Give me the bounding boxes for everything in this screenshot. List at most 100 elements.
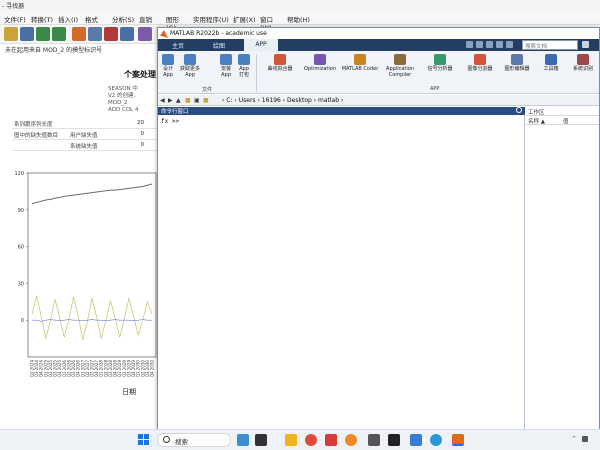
goto-case-icon[interactable] [138,27,152,41]
widgets-icon[interactable] [237,434,249,446]
menu-utilities[interactable]: 实用程序(U) [189,11,229,24]
back-icon[interactable]: ◀ [160,97,167,104]
table-row: 系统缺失值 0 [12,140,158,151]
curve-fitter-button[interactable]: 曲线拟合器 [262,54,298,72]
season-line: ADD COL 4 [108,107,139,113]
root-folder-icon[interactable]: ▣ [194,97,201,104]
file-explorer-icon[interactable] [285,434,297,446]
task-view-icon[interactable] [255,434,267,446]
current-folder-path[interactable]: › C: › Users › 16196 › Desktop › matlab … [222,97,343,104]
mail-icon[interactable] [410,434,422,446]
optimization-label: Optimization [304,66,336,72]
open-icon[interactable] [4,27,18,41]
menu-transform[interactable]: 转换(T) [27,11,54,24]
current-folder-bar: ◀ ▶ ▲ ■ ▣ ■ › C: › Users › 16196 › Deskt… [158,95,599,106]
workspace-column-value[interactable]: 值 [563,117,569,125]
up-folder-icon[interactable]: ▲ [176,97,183,104]
row-sublabel: 用户缺失值 [70,133,98,139]
browser-icon[interactable] [430,434,442,446]
workspace-column-name[interactable]: 名称 ▲ [528,117,545,125]
signal-analyzer-button[interactable]: 信号分析器 [422,54,458,72]
x-tick-label: Q4 2030 [150,360,155,378]
redo-icon[interactable] [52,27,66,41]
undo-icon[interactable] [36,27,50,41]
package-app-button[interactable]: App 打包 [236,54,252,78]
system-identification-button[interactable]: 系统识别 [568,54,598,72]
matlab-icon[interactable] [452,434,464,446]
save-icon[interactable] [466,41,473,48]
workspace-label: 工作区 [526,107,599,116]
matlab-logo-icon [160,30,168,38]
install-app-button[interactable]: 安装 App [218,54,234,78]
edge-icon[interactable] [345,434,357,446]
menu-file[interactable]: 文件(F) [0,11,27,24]
workspace-panel: 工作区 名称 ▲ 值 [526,107,599,429]
help-icon[interactable] [506,41,513,48]
network-icon[interactable] [582,436,588,442]
command-prompt[interactable]: fx >> [161,118,179,125]
command-window[interactable]: fx >> [158,115,525,429]
matlab-coder-icon [354,54,366,65]
output-heading: 个案处理 [124,70,156,79]
graphics-editor-label: 图形编辑器 [504,66,530,72]
optimization-button[interactable]: Optimization [302,54,338,72]
search-icon [163,436,170,443]
tab-apps[interactable]: APP [244,39,278,51]
menu-extensions[interactable]: 扩展(X) [229,11,256,24]
capcut-icon[interactable] [388,434,400,446]
export-icon[interactable] [104,27,118,41]
design-app-button[interactable]: 设计 App [160,54,176,78]
curve-fitter-label: 曲线拟合器 [267,66,293,72]
variables-icon[interactable] [88,27,102,41]
matlab-window: MATLAB R2022b - academic use 主页 绘图 APP 搜… [157,27,600,430]
install-app-label: 安装 App [220,66,231,78]
menu-help[interactable]: 帮助(H) [283,11,310,24]
menu-format[interactable]: 格式(O) [81,11,108,32]
application-compiler-icon [394,54,406,65]
search-icon[interactable] [582,41,589,48]
taskbar-search-box[interactable]: 搜索 [157,433,231,447]
browse-folder-icon[interactable]: ■ [185,97,192,104]
tab-plots[interactable]: 绘图 [204,39,234,51]
chart-builder-icon[interactable] [72,27,86,41]
undo-icon[interactable] [496,41,503,48]
copy-icon[interactable] [486,41,493,48]
wps-icon[interactable] [325,434,337,446]
menu-analyze[interactable]: 分析(S) [108,11,135,24]
menu-graphs[interactable]: 图形(G) [162,11,189,32]
ribbon-group-app-label: APP [430,86,440,92]
y-tick-label: 0 [21,318,24,324]
command-window-label: 命令行窗口 [161,109,189,115]
row-sublabel: 系统缺失值 [70,144,98,150]
forward-icon[interactable]: ▶ [168,97,175,104]
save-icon[interactable] [20,27,34,41]
search-documentation-input[interactable]: 搜索文档 [522,40,578,50]
application-compiler-button[interactable]: Application Compiler [382,54,418,78]
start-button[interactable] [138,434,150,446]
toolbox-button[interactable]: 工具箱 [536,54,566,72]
data-editor-icon[interactable] [120,27,134,41]
command-window-options-icon[interactable] [516,107,522,113]
install-app-icon [220,54,232,65]
windows-logo-icon [138,434,143,439]
curve-fitter-icon [274,54,286,65]
get-more-apps-button[interactable]: 获取更多 App [178,54,202,78]
menu-insert[interactable]: 插入(I) [54,11,81,24]
tab-home[interactable]: 主页 [164,39,192,51]
optimization-icon [314,54,326,65]
tray-chevron-icon[interactable]: ^ [572,436,576,442]
menu-window[interactable]: 窗口(W) [256,11,283,32]
matlab-coder-button[interactable]: MATLAB Coder [340,54,380,72]
overflow-icon[interactable] [368,434,380,446]
windows-logo-icon [144,440,149,445]
get-more-apps-label: 获取更多 App [179,66,200,78]
chrome-icon[interactable] [305,434,317,446]
folder-icon: ■ [203,97,209,104]
cut-icon[interactable] [476,41,483,48]
taskbar-search-placeholder: 搜索 [175,438,188,446]
menu-direct-marketing[interactable]: 直销(M) [135,11,162,32]
image-segmenter-button[interactable]: 图像分割器 [462,54,498,72]
design-app-label: 设计 App [162,66,173,78]
matlab-title-bar[interactable]: MATLAB R2022b - academic use [158,28,599,39]
graphics-editor-button[interactable]: 图形编辑器 [502,54,532,72]
